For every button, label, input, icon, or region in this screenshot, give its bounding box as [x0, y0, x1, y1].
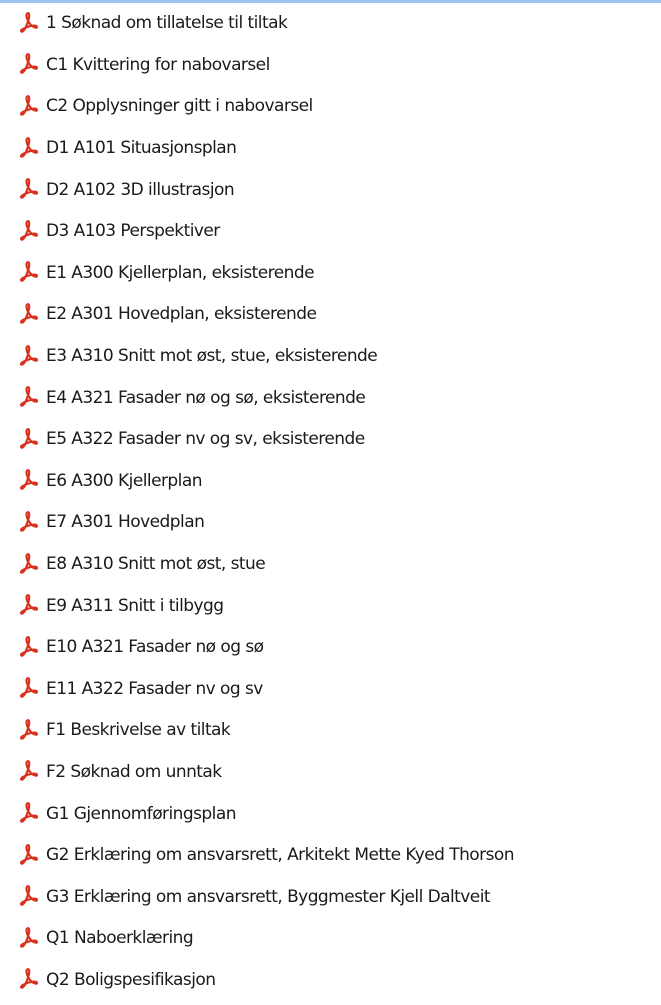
list-item[interactable]: D1 A101 Situasjonsplan [0, 128, 661, 170]
list-item[interactable]: E3 A310 Snitt mot øst, stue, eksisterend… [0, 336, 661, 378]
list-item[interactable]: Q1 Naboerklæring [0, 918, 661, 960]
pdf-icon [20, 635, 38, 657]
list-item[interactable]: C1 Kvittering for nabovarsel [0, 45, 661, 87]
file-name: F2 Søknad om unntak [46, 761, 222, 782]
pdf-icon [20, 178, 38, 199]
list-item[interactable]: E10 A321 Fasader nø og sø [0, 627, 661, 669]
list-item[interactable]: G2 Erklæring om ansvarsrett, Arkitekt Me… [0, 835, 661, 877]
file-name: E4 A321 Fasader nø og sø, eksisterende [46, 387, 366, 408]
list-item[interactable]: E5 A322 Fasader nv og sv, eksisterende [0, 419, 661, 461]
file-name: E3 A310 Snitt mot øst, stue, eksisterend… [46, 346, 378, 367]
pdf-icon [20, 594, 38, 615]
file-name: G1 Gjennomføringsplan [46, 803, 236, 824]
file-name: D3 A103 Perspektiver [46, 221, 220, 242]
list-item[interactable]: E8 A310 Snitt mot øst, stue [0, 544, 661, 586]
pdf-icon [20, 885, 38, 907]
file-name: E10 A321 Fasader nø og sø [46, 637, 264, 658]
file-list: 1 Søknad om tillatelse til tiltak C1 Kvi… [0, 3, 661, 1001]
list-item[interactable]: E9 A311 Snitt i tilbygg [0, 585, 661, 627]
file-name: E2 A301 Hovedplan, eksisterende [46, 304, 317, 325]
pdf-icon [20, 303, 38, 324]
file-name: E8 A310 Snitt mot øst, stue [46, 554, 266, 575]
file-name: C1 Kvittering for nabovarsel [46, 54, 270, 75]
pdf-icon [20, 261, 38, 283]
list-item[interactable]: E4 A321 Fasader nø og sø, eksisterende [0, 377, 661, 419]
pdf-icon [20, 926, 38, 948]
file-name: E9 A311 Snitt i tilbygg [46, 595, 224, 616]
pdf-icon [20, 718, 38, 740]
file-name: E11 A322 Fasader nv og sv [46, 678, 263, 699]
file-name: D1 A101 Situasjonsplan [46, 138, 237, 159]
file-name: E6 A300 Kjellerplan [46, 470, 202, 491]
file-name: D2 A102 3D illustrasjon [46, 179, 235, 200]
list-item[interactable]: E6 A300 Kjellerplan [0, 461, 661, 503]
list-item[interactable]: Q2 Boligspesifikasjon [0, 960, 661, 1002]
pdf-icon [20, 802, 38, 823]
pdf-icon [20, 843, 38, 865]
list-item[interactable]: E1 A300 Kjellerplan, eksisterende [0, 253, 661, 295]
file-name: 1 Søknad om tillatelse til tiltak [46, 13, 288, 34]
file-name: C2 Opplysninger gitt i nabovarsel [46, 96, 313, 117]
file-name: Q2 Boligspesifikasjon [46, 969, 216, 990]
list-item[interactable]: E7 A301 Hovedplan [0, 502, 661, 544]
pdf-icon [20, 760, 38, 782]
pdf-icon [20, 219, 38, 241]
list-item[interactable]: F1 Beskrivelse av tiltak [0, 710, 661, 752]
pdf-icon [20, 427, 38, 449]
list-item[interactable]: F2 Søknad om unntak [0, 752, 661, 794]
pdf-icon [20, 11, 38, 33]
pdf-icon [20, 677, 38, 699]
list-item[interactable]: G3 Erklæring om ansvarsrett, Byggmester … [0, 876, 661, 918]
pdf-icon [20, 968, 38, 990]
file-name: E1 A300 Kjellerplan, eksisterende [46, 262, 315, 283]
file-name: E7 A301 Hovedplan [46, 512, 205, 533]
pdf-icon [20, 511, 38, 532]
file-name: G2 Erklæring om ansvarsrett, Arkitekt Me… [46, 845, 515, 866]
list-item[interactable]: E2 A301 Hovedplan, eksisterende [0, 294, 661, 336]
pdf-icon [20, 344, 38, 366]
pdf-icon [20, 95, 38, 116]
pdf-icon [20, 386, 38, 407]
file-name: E5 A322 Fasader nv og sv, eksisterende [46, 429, 365, 450]
file-name: G3 Erklæring om ansvarsrett, Byggmester … [46, 886, 491, 907]
pdf-icon [20, 469, 38, 491]
list-item[interactable]: E11 A322 Fasader nv og sv [0, 669, 661, 711]
file-name: F1 Beskrivelse av tiltak [46, 720, 231, 741]
pdf-icon [20, 53, 38, 75]
list-item[interactable]: D2 A102 3D illustrasjon [0, 169, 661, 211]
list-item[interactable]: 1 Søknad om tillatelse til tiltak [0, 3, 661, 45]
list-item[interactable]: D3 A103 Perspektiver [0, 211, 661, 253]
pdf-icon [20, 552, 38, 574]
list-item[interactable]: G1 Gjennomføringsplan [0, 793, 661, 835]
pdf-icon [20, 136, 38, 158]
file-name: Q1 Naboerklæring [46, 928, 194, 949]
list-item[interactable]: C2 Opplysninger gitt i nabovarsel [0, 86, 661, 128]
